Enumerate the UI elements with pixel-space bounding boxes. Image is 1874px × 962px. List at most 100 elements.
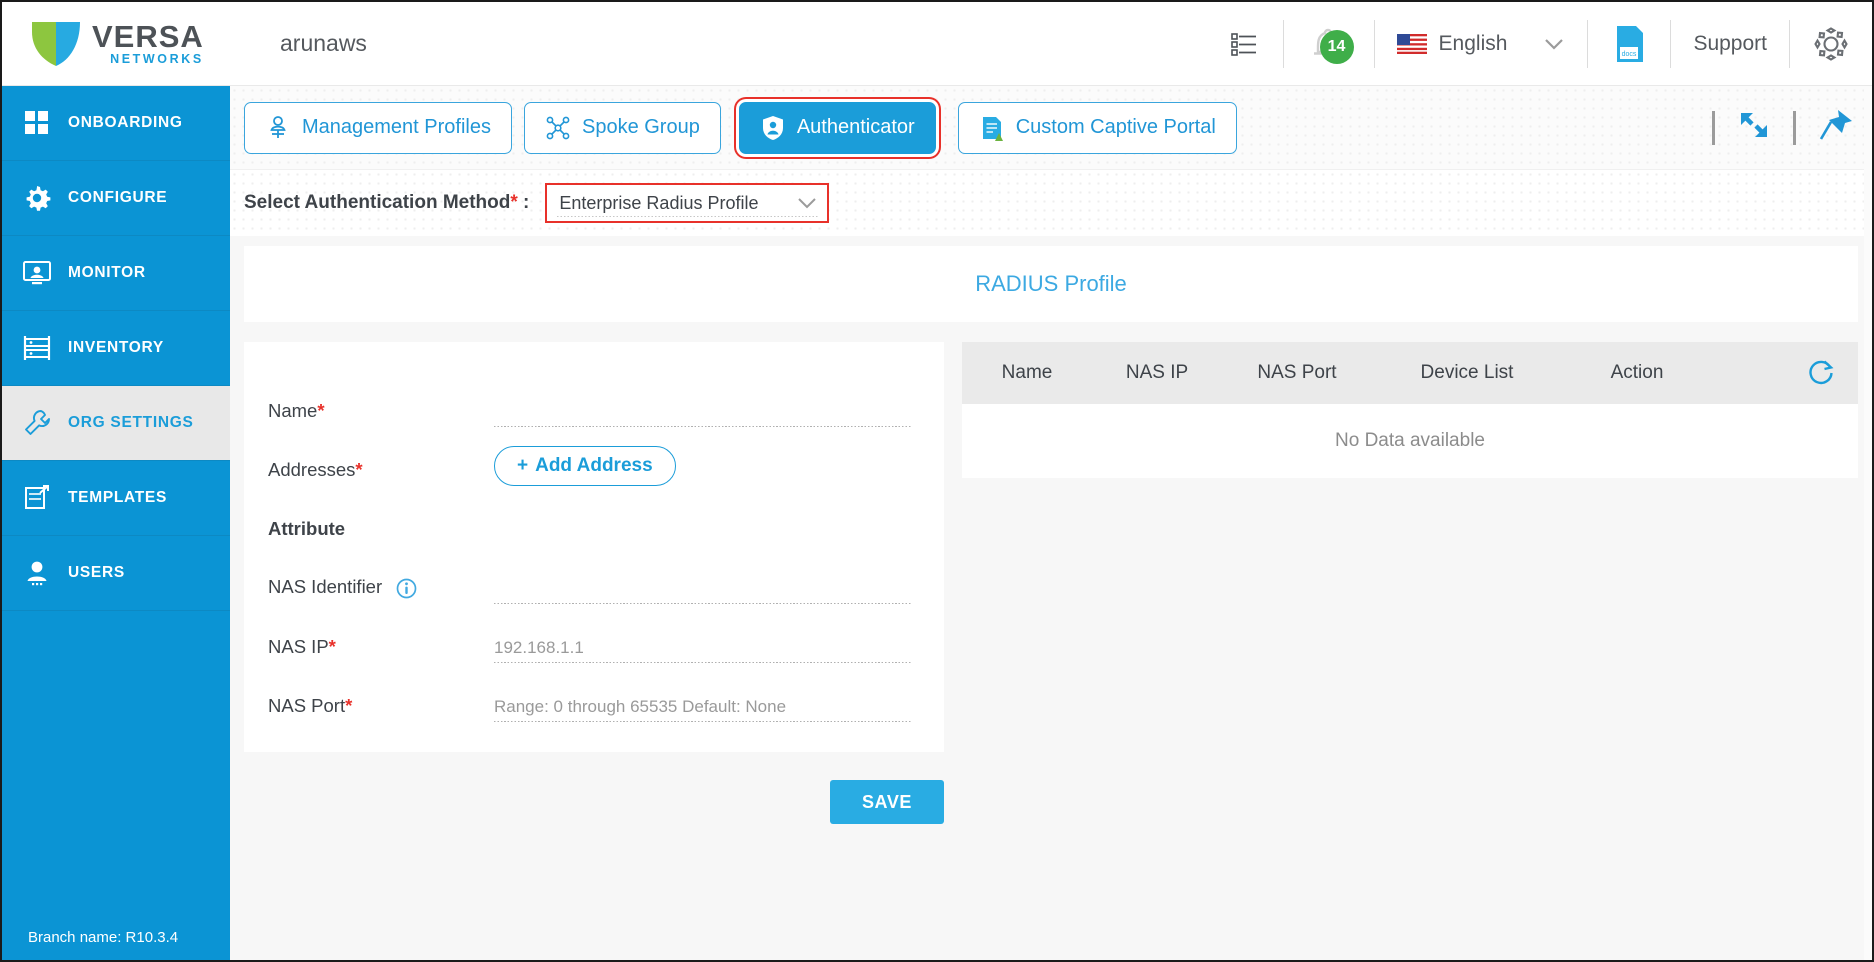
notification-count-badge: 14 xyxy=(1319,29,1354,64)
docs-button[interactable]: docs xyxy=(1588,2,1670,86)
label-nas-port-text: NAS Port xyxy=(268,695,346,716)
sidebar-navigation: ONBOARDING CONFIGURE MONITOR INVENTORY O… xyxy=(2,86,230,960)
auth-method-select[interactable]: Enterprise Radius Profile xyxy=(545,183,830,223)
pin-icon[interactable] xyxy=(1818,108,1854,147)
tab-custom-captive-portal[interactable]: Custom Captive Portal xyxy=(957,101,1237,154)
gear-icon xyxy=(1814,26,1848,61)
nas-port-placeholder: Range: 0 through 65535 Default: None xyxy=(494,697,787,716)
list-icon xyxy=(1230,32,1256,56)
column-header-action[interactable]: Action xyxy=(1562,362,1712,384)
label-nas-port: NAS Port* xyxy=(268,695,494,722)
tab-spoke-group[interactable]: Spoke Group xyxy=(523,101,721,154)
main-content: Management Profiles Spoke Group Authenti… xyxy=(230,86,1872,960)
logo-subtext: NETWORKS xyxy=(110,52,204,67)
auth-method-label: Select Authentication Method* : xyxy=(244,192,529,214)
label-attribute: Attribute xyxy=(268,518,346,539)
attribute-spacer xyxy=(494,515,912,545)
nas-ip-placeholder: 192.168.1.1 xyxy=(494,638,584,657)
label-name: Name* xyxy=(268,400,494,427)
template-icon xyxy=(20,481,54,515)
column-header-nas-port[interactable]: NAS Port xyxy=(1222,362,1372,384)
save-button[interactable]: SAVE xyxy=(830,780,944,824)
header-actions: 14 English docs Support xyxy=(1209,2,1872,86)
radius-profile-body: RADIUS Profile Name* Addresses* + Add Ad… xyxy=(230,236,1872,960)
add-address-button[interactable]: + Add Address xyxy=(494,446,676,486)
name-input[interactable] xyxy=(494,397,912,427)
column-header-nas-ip[interactable]: NAS IP xyxy=(1092,362,1222,384)
refresh-button[interactable] xyxy=(1806,358,1842,388)
sidebar-item-templates[interactable]: TEMPLATES xyxy=(2,461,230,536)
refresh-icon xyxy=(1809,360,1834,385)
required-asterisk: * xyxy=(345,695,353,716)
radius-profile-form: Name* Addresses* + Add Address Attribute… xyxy=(244,342,944,752)
language-selector[interactable]: English xyxy=(1375,2,1588,86)
language-label: English xyxy=(1438,31,1508,55)
sidebar-item-users[interactable]: USERS xyxy=(2,536,230,611)
field-row-attribute: Attribute xyxy=(268,486,912,545)
chevron-down-icon xyxy=(1545,38,1564,50)
monitor-icon xyxy=(20,256,54,290)
sidebar-item-org-settings[interactable]: ORG SETTINGS xyxy=(2,386,230,461)
sidebar-label-configure: CONFIGURE xyxy=(68,189,168,206)
add-address-label: Add Address xyxy=(535,455,653,476)
addresses-field: + Add Address xyxy=(494,446,912,486)
support-label: Support xyxy=(1693,31,1767,55)
sidebar-item-onboarding[interactable]: ONBOARDING xyxy=(2,86,230,161)
tab-authenticator[interactable]: Authenticator xyxy=(738,101,936,154)
sidebar-item-inventory[interactable]: INVENTORY xyxy=(2,311,230,386)
info-icon[interactable] xyxy=(396,578,417,599)
notifications-button[interactable]: 14 xyxy=(1284,2,1374,86)
field-row-nas-port: NAS Port* Range: 0 through 65535 Default… xyxy=(268,663,912,722)
tab-label-management-profiles: Management Profiles xyxy=(302,116,491,138)
label-nas-identifier: NAS Identifier xyxy=(268,576,494,604)
label-name-text: Name xyxy=(268,400,318,421)
sidebar-item-configure[interactable]: CONFIGURE xyxy=(2,161,230,236)
auth-method-label-text: Select Authentication Method xyxy=(244,192,511,213)
required-asterisk: * xyxy=(355,459,363,480)
auth-method-row: Select Authentication Method* : Enterpri… xyxy=(230,170,1872,236)
brand-logo[interactable]: VERSA NETWORKS xyxy=(2,2,230,86)
versa-logo-icon xyxy=(32,21,80,66)
top-header: VERSA NETWORKS arunaws 14 English docs S… xyxy=(2,2,1872,86)
document-icon xyxy=(982,116,1003,141)
nas-port-input[interactable]: Range: 0 through 65535 Default: None xyxy=(494,692,912,722)
chevron-down-icon xyxy=(798,198,817,209)
label-addresses: Addresses* xyxy=(268,459,494,486)
label-nas-ip-text: NAS IP xyxy=(268,636,329,657)
network-nodes-icon xyxy=(546,116,570,139)
sidebar-label-monitor: MONITOR xyxy=(68,264,146,281)
sidebar-item-monitor[interactable]: MONITOR xyxy=(2,236,230,311)
nas-identifier-input[interactable] xyxy=(494,574,912,604)
rack-icon xyxy=(20,331,54,365)
sidebar-label-users: USERS xyxy=(68,564,125,581)
task-list-button[interactable] xyxy=(1209,2,1283,86)
save-row: SAVE xyxy=(230,780,1872,824)
sidebar-label-inventory: INVENTORY xyxy=(68,339,164,356)
nas-ip-input[interactable]: 192.168.1.1 xyxy=(494,633,912,663)
expand-collapse-icon[interactable] xyxy=(1737,109,1771,146)
bell-wrapper: 14 xyxy=(1306,22,1354,66)
table-header-row: Name NAS IP NAS Port Device List Action xyxy=(962,342,1858,404)
branch-name-label: Branch name: R10.3.4 xyxy=(28,928,179,946)
plus-icon: + xyxy=(517,455,529,476)
column-header-device-list[interactable]: Device List xyxy=(1372,362,1562,384)
tab-management-profiles[interactable]: Management Profiles xyxy=(244,101,512,154)
shield-user-icon xyxy=(762,115,783,140)
required-asterisk: * xyxy=(317,400,325,421)
sidebar-label-templates: TEMPLATES xyxy=(68,489,168,506)
field-row-addresses: Addresses* + Add Address xyxy=(268,427,912,486)
user-icon xyxy=(20,556,54,590)
application-window: VERSA NETWORKS arunaws 14 English docs S… xyxy=(0,0,1874,962)
page-title: RADIUS Profile xyxy=(975,271,1127,296)
support-button[interactable]: Support xyxy=(1671,2,1789,86)
tab-label-spoke-group: Spoke Group xyxy=(581,116,700,138)
label-addresses-text: Addresses xyxy=(268,459,356,480)
required-asterisk: * xyxy=(328,636,336,657)
user-profile-icon xyxy=(270,115,286,138)
tab-bar-actions xyxy=(1690,108,1872,147)
settings-button[interactable] xyxy=(1790,2,1872,86)
profile-title-bar: RADIUS Profile xyxy=(244,246,1858,322)
vertical-scrollbar[interactable] xyxy=(1864,86,1872,960)
column-header-name[interactable]: Name xyxy=(962,362,1092,384)
auth-method-colon: : xyxy=(517,192,530,213)
